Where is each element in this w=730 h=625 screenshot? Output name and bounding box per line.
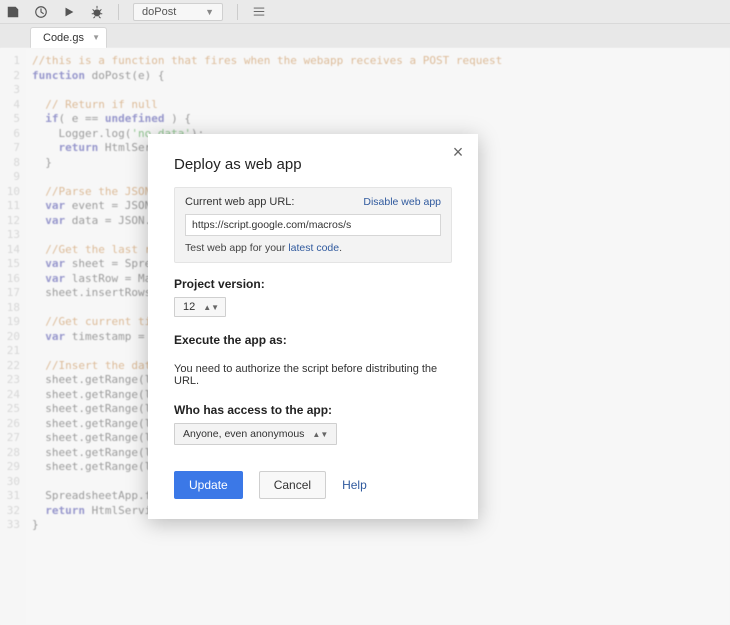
close-button[interactable]: ×: [448, 142, 468, 162]
dialog-title: Deploy as web app: [174, 156, 452, 173]
project-version-select[interactable]: 12 ▲▼: [174, 297, 226, 317]
who-access-select[interactable]: Anyone, even anonymous ▲▼: [174, 423, 337, 445]
debug-icon[interactable]: [90, 5, 104, 19]
toolbar-separator: [237, 4, 238, 20]
chevron-down-icon: ▼: [205, 7, 214, 17]
run-icon[interactable]: [62, 5, 76, 19]
execute-as-label: Execute the app as:: [174, 333, 452, 347]
who-access-value: Anyone, even anonymous: [183, 428, 304, 440]
test-webapp-row: Test web app for your latest code.: [185, 242, 441, 254]
deploy-dialog: × Deploy as web app Current web app URL:…: [148, 134, 478, 519]
chevron-down-icon: ▲▼: [312, 430, 328, 439]
function-select-value: doPost: [142, 6, 176, 18]
clock-icon[interactable]: [34, 5, 48, 19]
chevron-down-icon: ▼: [92, 33, 100, 42]
tab-label: Code.gs: [43, 32, 84, 44]
tab-code-gs[interactable]: Code.gs ▼: [30, 27, 107, 48]
cancel-button[interactable]: Cancel: [259, 471, 326, 499]
url-box: Current web app URL: Disable web app Tes…: [174, 187, 452, 263]
chevron-down-icon: ▲▼: [203, 303, 219, 312]
url-label: Current web app URL:: [185, 196, 294, 208]
who-access-label: Who has access to the app:: [174, 403, 452, 417]
project-version-value: 12: [183, 301, 195, 313]
function-select[interactable]: doPost ▼: [133, 3, 223, 21]
webapp-url-input[interactable]: [185, 214, 441, 236]
help-link[interactable]: Help: [342, 478, 367, 492]
latest-code-link[interactable]: latest code: [288, 242, 339, 254]
update-button[interactable]: Update: [174, 471, 243, 499]
save-icon[interactable]: [6, 5, 20, 19]
top-toolbar: doPost ▼: [0, 0, 730, 24]
tab-bar: Code.gs ▼: [0, 24, 730, 48]
authorize-message: You need to authorize the script before …: [174, 363, 452, 387]
toolbar-separator: [118, 4, 119, 20]
indent-icon[interactable]: [252, 5, 266, 19]
disable-webapp-link[interactable]: Disable web app: [363, 196, 441, 208]
project-version-label: Project version:: [174, 277, 452, 291]
dialog-button-row: Update Cancel Help: [174, 471, 452, 499]
